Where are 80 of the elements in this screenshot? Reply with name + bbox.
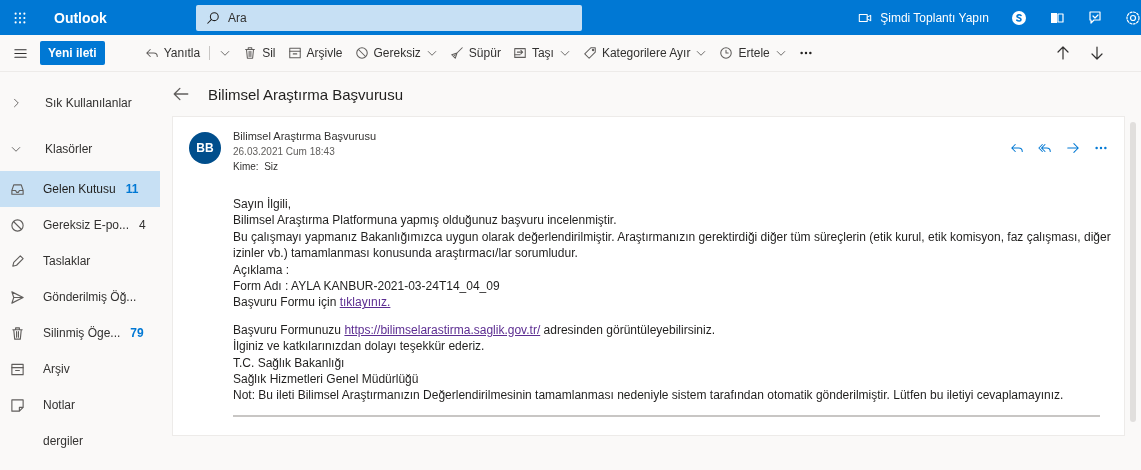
message-line: Bu çalışmayı yapmanız Bakanlığımızca uygun olarak değerlendirilmiştir. Araştırmanızın gerektirdiği diğer tüm süreçlerin (etik kurul, etik komisyon, faz çalışması, diğer izinler vb.) tamamlanması konusunda araştırmacı/lar sorumludur. <box>233 228 1112 262</box>
link[interactable]: tıklayınız. <box>339 295 391 310</box>
search-icon <box>206 10 220 25</box>
message-line: Başvuru Formunuzu https://bilimselarastirma.saglik.gov.tr/ adresinden görüntüleyebilirsiniz. <box>233 321 716 339</box>
sender-name: Bilimsel Araştırma Başvurusu <box>233 129 378 144</box>
recipient-label: Kime: <box>233 161 259 172</box>
trash-icon <box>243 46 258 60</box>
trash-icon <box>10 325 25 341</box>
inbox-icon <box>10 181 25 197</box>
message-line: Açıklama : <box>233 261 290 279</box>
folder-group[interactable]: Sık Kullanılanlar <box>0 81 160 125</box>
scrollbar[interactable] <box>1130 122 1136 422</box>
new-message-button[interactable]: Yeni ileti <box>40 41 105 65</box>
folder-item[interactable]: Gönderilmiş Öğ... <box>0 279 160 315</box>
toolbar-button[interactable]: Yanıtla <box>144 46 232 60</box>
toolbar-button[interactable]: Arşivle <box>287 46 343 60</box>
arrow-up-icon <box>1055 45 1071 61</box>
sender-avatar: BB <box>189 132 221 164</box>
send-icon <box>10 289 25 305</box>
toolbar-button[interactable]: Kategorilere Ayır <box>582 46 708 60</box>
folder-item[interactable]: dergiler <box>0 423 160 459</box>
arrow-down-icon <box>1089 45 1105 61</box>
folder-name: Gönderilmiş Öğ... <box>43 290 137 304</box>
unread-count: 11 <box>125 182 139 196</box>
recipient: Siz <box>264 161 279 172</box>
message-line: Sağlık Hizmetleri Genel Müdürlüğü <box>233 371 420 388</box>
broom-icon <box>449 46 464 60</box>
folder-item[interactable]: Notlar <box>0 387 160 423</box>
settings-icon <box>1125 9 1141 26</box>
back-button[interactable] <box>172 85 190 103</box>
block-icon <box>354 46 369 60</box>
toolbar-button[interactable]: Ertele <box>719 46 787 60</box>
app-launcher-icon <box>13 10 27 25</box>
toolbar-button[interactable]: Süpür <box>449 46 501 60</box>
toolbar-button[interactable]: Gereksiz <box>354 46 438 60</box>
folder-group[interactable]: Klasörler <box>0 127 160 171</box>
message-line: Sayın İlgili, <box>233 196 293 213</box>
reply-all-icon <box>1038 141 1052 155</box>
folder-name: dergiler <box>43 434 84 448</box>
app-title[interactable]: Outlook <box>40 9 196 26</box>
message-line: Not: Bu ileti Bilimsel Araştırmanızın Değerlendirilmesinin tamamlanması nedeniyle sistem tarafından otomatik gönderilmiştir. Lütfen bu iletiyi cevaplamayınız. <box>233 387 1065 404</box>
message-line: T.C. Sağlık Bakanlığı <box>233 354 346 372</box>
toolbar-button[interactable]: Sil <box>243 46 276 60</box>
skype-icon <box>1011 9 1027 26</box>
folder-name: Gereksiz E-po... <box>43 218 130 232</box>
folder-name: Gelen Kutusu <box>43 182 116 196</box>
message-date: 26.03.2021 Cum 18:43 <box>233 145 336 159</box>
back-arrow-icon <box>172 85 190 103</box>
feedback-icon <box>1087 9 1103 26</box>
message-line: İlginiz ve katkılarınızdan dolayı teşekkür ederiz. <box>233 338 486 355</box>
folder-name: Taslaklar <box>43 254 91 268</box>
toolbar-button[interactable]: Taşı <box>512 46 571 60</box>
message-line: Başvuru Formu için tıklayınız. <box>233 294 392 311</box>
folder-name: Notlar <box>43 398 75 412</box>
folder-item[interactable]: Gelen Kutusu 11 <box>0 171 160 207</box>
folder-name: Silinmiş Öge... <box>43 326 121 340</box>
archive-icon <box>10 361 25 377</box>
message-subject: Bilimsel Araştırma Başvurusu <box>208 85 404 103</box>
note-icon <box>10 397 25 413</box>
message-line: Bilimsel Araştırma Platformuna yapmış olduğunuz başvuru incelenmiştir. <box>233 212 618 229</box>
clock-icon <box>719 46 734 60</box>
move-icon <box>512 46 527 60</box>
folder-name: Arşiv <box>43 362 70 376</box>
folder-item[interactable]: Arşiv <box>0 351 160 387</box>
block-icon <box>10 217 25 233</box>
message-line: Form Adı : AYLA KANBUR-2021-03-24T14_04_09 <box>233 278 501 295</box>
folder-item[interactable]: Gereksiz E-po... 4 <box>0 207 160 243</box>
folder-item[interactable]: Silinmiş Öge... 79 <box>0 315 160 351</box>
search-field[interactable]: Ara <box>196 4 582 31</box>
reply-icon <box>1010 141 1024 155</box>
unread-count: 79 <box>130 326 144 340</box>
archive-icon <box>287 46 302 60</box>
meet-now-button[interactable]: Şimdi Toplantı Yapın <box>858 10 989 25</box>
folder-item[interactable]: Taslaklar <box>0 243 160 279</box>
pencil-icon <box>10 253 25 269</box>
link[interactable]: https://bilimselarastirma.saglik.gov.tr/ <box>344 322 541 337</box>
unread-count: 4 <box>139 218 146 232</box>
tag-icon <box>582 46 597 60</box>
reply-icon <box>144 46 159 60</box>
forward-icon <box>1066 141 1080 155</box>
